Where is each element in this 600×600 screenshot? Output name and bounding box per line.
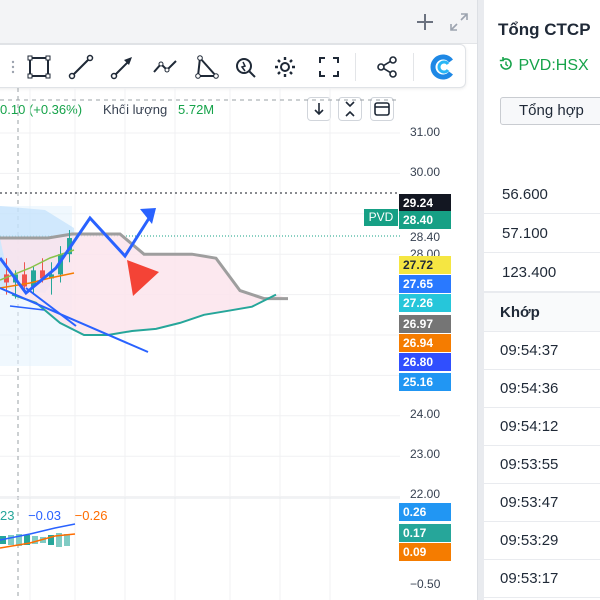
share-icon[interactable] — [373, 53, 401, 81]
match-time-row: 09:53:47 — [484, 484, 600, 522]
app-root: 0.10 (+0.36%) Khối lượng 5.72M PVD 31.00… — [0, 0, 600, 600]
match-time-row: 09:53:55 — [484, 446, 600, 484]
stock-info-panel: Tổng CTCP PVD:HSX Tổng hợp 56.600 57.100… — [478, 0, 600, 600]
price-axis-tick: 30.00 — [410, 165, 441, 179]
match-time-row: 09:54:12 — [484, 408, 600, 446]
polyline-icon[interactable] — [151, 53, 179, 81]
oscillator-legend: 23 −0.03 −0.26 — [0, 508, 108, 523]
triangle-icon[interactable] — [193, 53, 221, 81]
symbol-text: PVD:HSX — [518, 57, 589, 74]
price-level-tag: 29.24 — [399, 194, 451, 212]
oscillator-bar — [64, 534, 70, 546]
magic-wand-icon[interactable] — [231, 53, 259, 81]
price-axis-tick: 28.40 — [410, 230, 441, 244]
stat-row: 57.100 — [484, 214, 600, 253]
price-axis-tick: 31.00 — [410, 125, 441, 139]
stat-row: 123.400 — [484, 253, 600, 292]
chart-widget: 0.10 (+0.36%) Khối lượng 5.72M PVD 31.00… — [0, 0, 478, 600]
oscillator-bar — [8, 535, 14, 545]
toolbar-divider — [413, 53, 414, 81]
oscillator-value-tag: 0.26 — [399, 503, 451, 521]
match-time-row: 09:54:37 — [484, 332, 600, 370]
match-time-row: 09:54:36 — [484, 370, 600, 408]
match-time-row: 09:53:29 — [484, 522, 600, 560]
plus-icon[interactable] — [414, 11, 436, 33]
tab-summary[interactable]: Tổng hợp — [500, 97, 600, 125]
line-icon[interactable] — [67, 53, 95, 81]
fullscreen-icon[interactable] — [315, 53, 343, 81]
expand-icon[interactable] — [448, 11, 470, 33]
price-axis-tick: 22.00 — [410, 487, 441, 501]
brand-logo-icon[interactable] — [429, 53, 457, 81]
oscillator-pane — [0, 523, 76, 549]
price-level-tag: 26.80 — [399, 353, 451, 371]
stat-row: 56.600 — [484, 175, 600, 214]
price-axis-tick: 23.00 — [410, 447, 441, 461]
drag-handle-icon[interactable] — [0, 53, 15, 81]
oscillator-axis-tick: −0.50 — [410, 577, 441, 591]
oscillator-value: −0.26 — [74, 508, 108, 523]
arrow-icon[interactable] — [109, 53, 137, 81]
drawing-toolbar — [0, 44, 466, 88]
oscillator-value-tag: 0.17 — [399, 524, 451, 542]
refresh-clock-icon — [498, 56, 514, 72]
price-level-tag: 27.72 — [399, 256, 451, 274]
price-level-tag: 27.26 — [399, 294, 451, 312]
oscillator-value: −0.03 — [28, 508, 61, 523]
rectangle-icon[interactable] — [25, 53, 53, 81]
match-time-row: 09:53:17 — [484, 560, 600, 598]
symbol-link[interactable]: PVD:HSX — [498, 56, 589, 75]
price-chart[interactable] — [0, 88, 400, 600]
gear-icon[interactable] — [271, 53, 299, 81]
oscillator-value: 23 — [0, 508, 15, 523]
price-level-tag: 28.40 — [399, 211, 451, 229]
widget-header — [0, 0, 477, 44]
oscillator-value-tag: 0.09 — [399, 543, 451, 561]
price-level-tag: 26.97 — [399, 315, 451, 333]
price-level-tag: 26.94 — [399, 334, 451, 352]
price-level-tag: 25.16 — [399, 373, 451, 391]
price-level-tag: 27.65 — [399, 275, 451, 293]
price-axis-tick: 24.00 — [410, 407, 441, 421]
symbol-price-label: PVD — [364, 209, 398, 226]
match-column-header: Khớp — [484, 292, 600, 332]
company-title: Tổng CTCP — [498, 20, 591, 39]
toolbar-divider — [355, 53, 356, 81]
